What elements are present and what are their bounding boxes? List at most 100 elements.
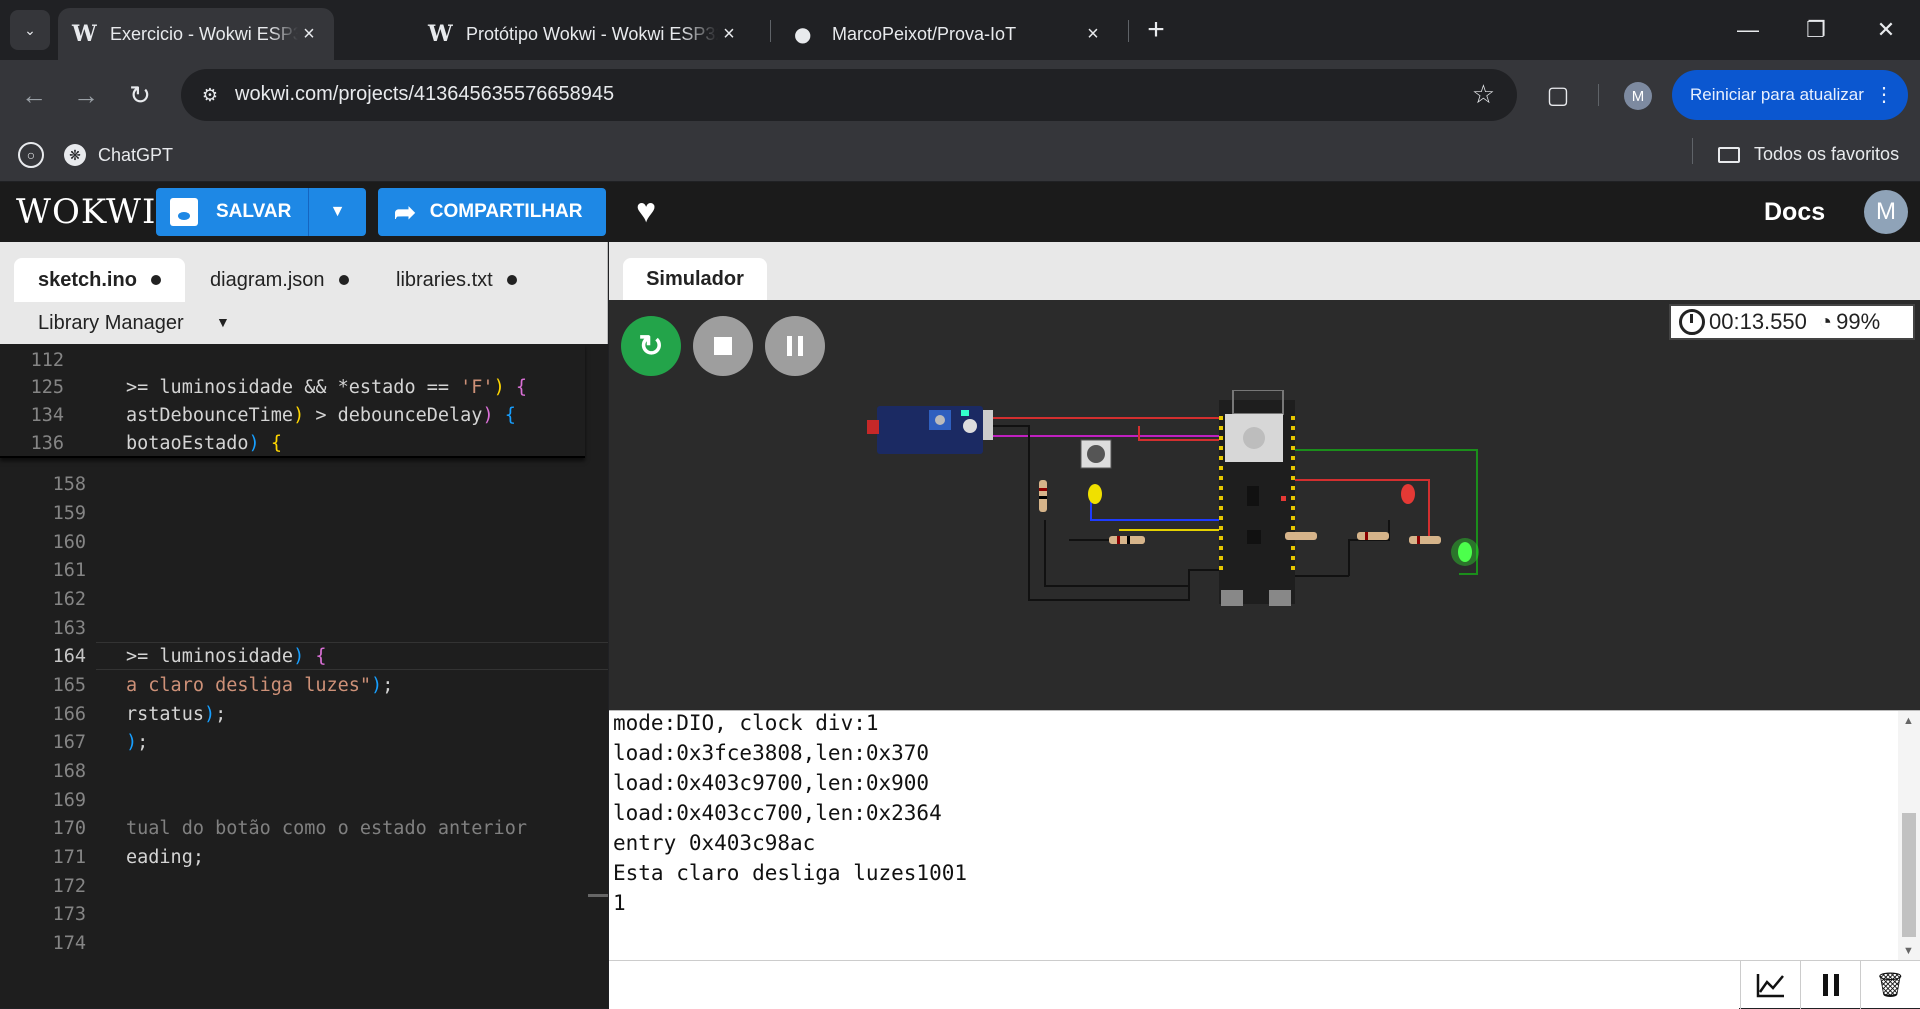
pause-icon (787, 336, 792, 356)
led-yellow[interactable] (1088, 484, 1102, 504)
serial-output-line: mode:DIO, clock div:1 (613, 711, 879, 735)
user-avatar[interactable]: M (1864, 190, 1908, 234)
apps-globe-icon[interactable]: ○ (18, 142, 44, 168)
reload-icon[interactable]: ↻ (120, 75, 160, 115)
trash-icon: 🗑 (1875, 971, 1906, 999)
serial-output-line: Esta claro desliga luzes1001 (613, 861, 968, 885)
kebab-menu-icon[interactable]: ⋮ (1874, 82, 1894, 107)
browser-tab-exercicio[interactable]: W Exercicio - Wokwi ESP32, STM32, Arduin… (58, 8, 334, 60)
stop-icon (714, 337, 732, 355)
all-bookmarks-button[interactable]: Todos os favoritos (1718, 144, 1899, 165)
browser-tab-github[interactable]: ● MarcoPeixot/Prova-IoT × (780, 8, 1118, 60)
serial-pause-button[interactable] (1800, 961, 1860, 1009)
close-icon[interactable]: × (1082, 23, 1104, 46)
line-number: 167 (52, 732, 86, 753)
sticky-scroll-header[interactable]: 112 125 >= luminosidade && *estado == 'F… (0, 344, 585, 458)
pause-icon (798, 336, 803, 356)
overview-ruler-mark (588, 894, 608, 897)
code-line: astDebounceTime) > debounceDelay) { (126, 405, 516, 426)
simulation-canvas[interactable]: ↻ 00:13.550 ◔ 99% (609, 300, 1920, 710)
led-green-lit[interactable] (1451, 538, 1479, 566)
line-number: 165 (52, 675, 86, 696)
stop-simulation-button[interactable] (693, 316, 753, 376)
extensions-puzzle-icon[interactable]: ▢ (1540, 77, 1576, 113)
github-icon: ● (794, 22, 812, 46)
line-number: 159 (52, 503, 86, 524)
library-manager-tab[interactable]: Library Manager (38, 312, 184, 335)
minimize-icon[interactable]: — (1718, 8, 1778, 52)
tab-libraries-txt[interactable]: libraries.txt (372, 258, 541, 302)
clear-serial-button[interactable]: 🗑 (1860, 961, 1920, 1009)
code-editor[interactable]: 112 125 >= luminosidade && *estado == 'F… (0, 344, 608, 1008)
bookmark-chatgpt[interactable]: ❋ ChatGPT (64, 144, 173, 166)
serial-output-line: load:0x3fce3808,len:0x370 (613, 741, 930, 765)
tab-search-chevron-icon[interactable]: ⌄ (10, 10, 50, 50)
resistor (1109, 536, 1145, 544)
share-button[interactable]: ➦ COMPARTILHAR (378, 188, 606, 236)
floppy-disk-icon (170, 198, 198, 226)
plotter-button[interactable] (1740, 961, 1800, 1009)
share-label: COMPARTILHAR (429, 201, 583, 222)
restart-icon: ↻ (638, 329, 664, 363)
back-arrow-icon[interactable]: ← (14, 75, 54, 115)
unsaved-dot-icon (338, 275, 349, 285)
serial-input[interactable] (609, 961, 1739, 1009)
forward-arrow-icon[interactable]: → (66, 75, 106, 115)
line-number: 125 (30, 377, 64, 398)
browser-toolbar: ← → ↻ ⚙ wokwi.com/projects/4136456355766… (0, 60, 1920, 130)
address-bar[interactable]: ⚙ wokwi.com/projects/413645635576658945 … (181, 69, 1517, 121)
code-line: rstatus); (126, 704, 227, 725)
docs-link[interactable]: Docs (1764, 198, 1825, 227)
tab-sketch-ino[interactable]: sketch.ino (14, 258, 185, 302)
site-info-icon[interactable]: ⚙ (195, 80, 225, 110)
ldr-sensor-module[interactable] (867, 406, 993, 454)
close-icon[interactable]: × (298, 23, 320, 46)
esp32-board[interactable] (1219, 390, 1295, 606)
line-number: 170 (52, 818, 86, 839)
chevron-down-icon[interactable]: ▼ (216, 314, 230, 330)
serial-scrollbar[interactable]: ▲ ▼ (1898, 711, 1920, 960)
code-line: >= luminosidade) { (126, 646, 327, 667)
line-number: 173 (52, 904, 86, 925)
unsaved-dot-icon (506, 275, 517, 285)
tab-diagram-json[interactable]: diagram.json (186, 258, 373, 302)
line-number: 161 (52, 560, 86, 581)
window-close-icon[interactable]: ✕ (1856, 8, 1916, 52)
pause-icon (1833, 974, 1839, 996)
bookmarks-bar: ○ ❋ ChatGPT (0, 130, 1920, 182)
push-button[interactable] (1080, 439, 1112, 469)
scroll-down-arrow-icon[interactable]: ▼ (1903, 945, 1914, 957)
restart-to-update-button[interactable]: Reiniciar para atualizar ⋮ (1672, 70, 1908, 120)
bookmark-label: ChatGPT (98, 144, 174, 165)
bookmark-star-icon[interactable]: ☆ (1472, 79, 1495, 110)
restart-simulation-button[interactable]: ↻ (621, 316, 681, 376)
save-button[interactable]: SALVAR ▼ (156, 188, 366, 236)
profile-avatar[interactable]: M (1624, 82, 1652, 110)
circuit-diagram[interactable] (809, 390, 1709, 690)
simulator-tabs: Simulador (609, 242, 1920, 300)
speed-gauge-icon: ◔ (1818, 309, 1833, 334)
heart-icon[interactable]: ♥ (636, 192, 656, 231)
save-dropdown-caret-icon[interactable]: ▼ (308, 188, 366, 236)
all-bookmarks-label: Todos os favoritos (1754, 144, 1900, 164)
code-line: >= luminosidade && *estado == 'F') { (126, 377, 527, 398)
restore-icon[interactable]: ❐ (1786, 8, 1846, 52)
simulation-timer: 00:13.550 ◔ 99% (1669, 304, 1915, 340)
code-line: ); (126, 732, 149, 753)
close-icon[interactable]: × (718, 23, 740, 46)
scrollbar-thumb[interactable] (1902, 813, 1916, 937)
line-number: 172 (52, 876, 86, 897)
url-text[interactable]: wokwi.com/projects/413645635576658945 (235, 83, 614, 106)
tab-simulator[interactable]: Simulador (623, 258, 767, 300)
resistor (1357, 532, 1389, 540)
wokwi-logo[interactable]: WOKWI (16, 192, 156, 232)
serial-monitor[interactable]: mode:DIO, clock div:1 load:0x3fce3808,le… (609, 710, 1920, 960)
pause-simulation-button[interactable] (765, 316, 825, 376)
code-line: eading; (126, 847, 204, 868)
tab-title: MarcoPeixot/Prova-IoT (832, 23, 1017, 44)
scroll-up-arrow-icon[interactable]: ▲ (1903, 715, 1914, 727)
led-red[interactable] (1401, 484, 1415, 504)
line-number: 163 (52, 618, 86, 639)
browser-tab-prototipo[interactable]: W Protótipo Wokwi - Wokwi ESP32, STM32, … (414, 8, 754, 60)
new-tab-plus-icon[interactable]: + (1138, 12, 1174, 48)
